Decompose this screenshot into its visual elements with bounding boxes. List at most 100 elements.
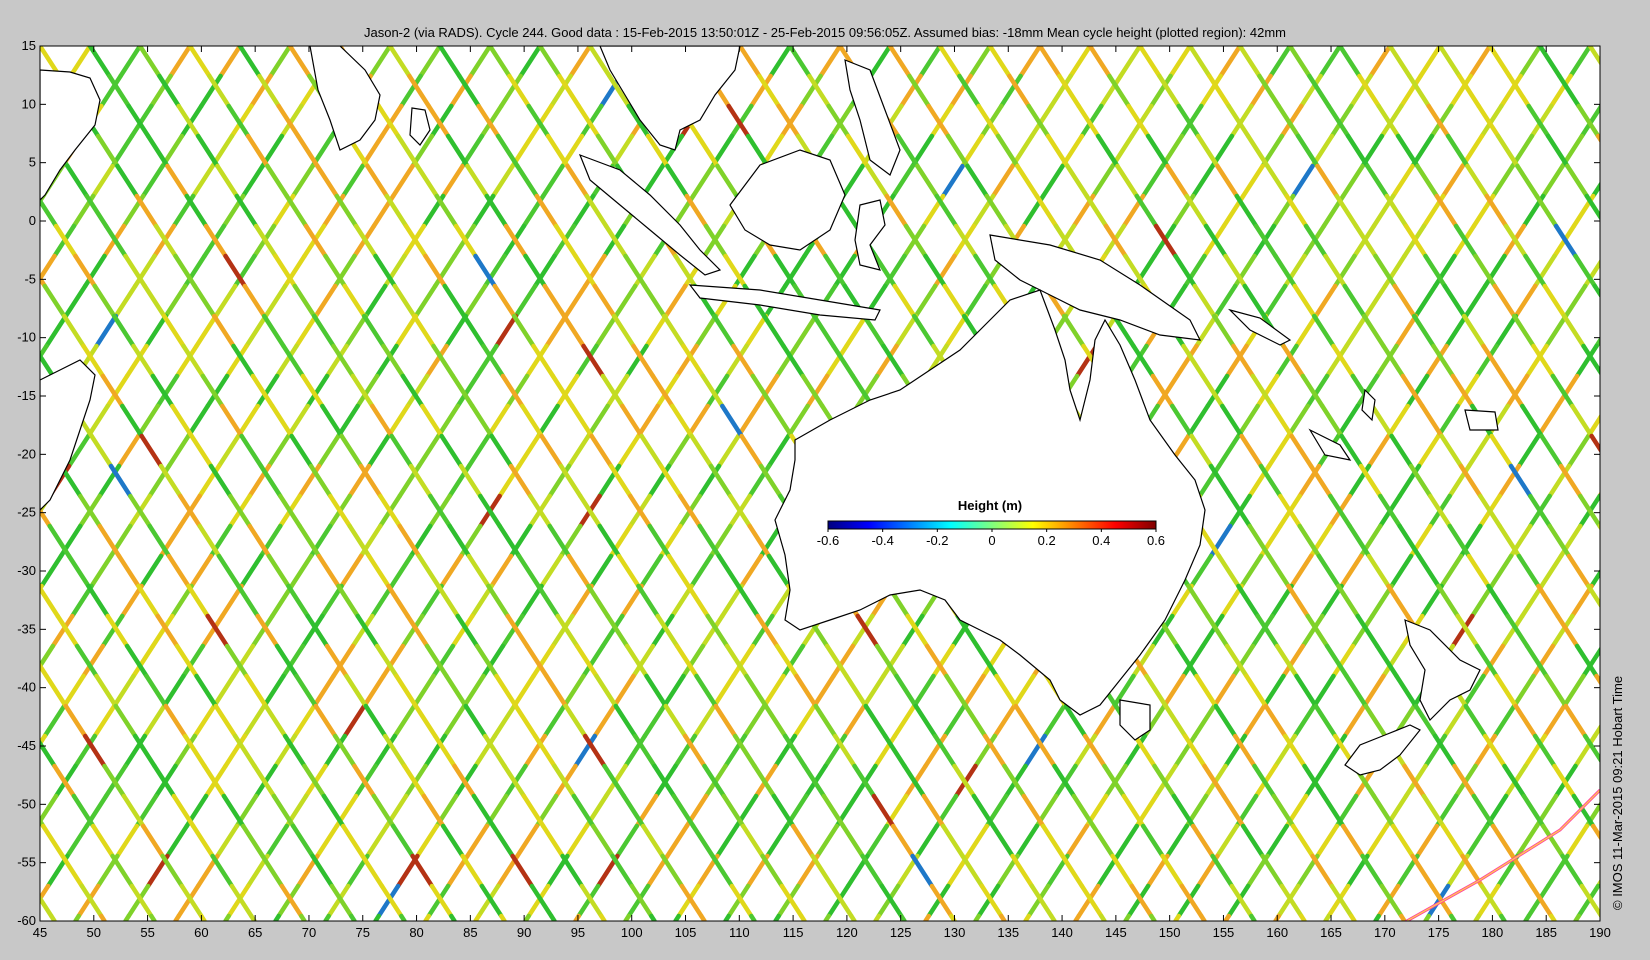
x-tick-label: 130: [944, 925, 966, 940]
colorbar-tick-label: 0.4: [1092, 533, 1110, 548]
track-segment: [1608, 616, 1627, 646]
track-segment: [49, 913, 57, 921]
track-segment: [799, 913, 807, 921]
track-segment: [1603, 616, 1622, 646]
track-segment: [1123, 913, 1131, 921]
copyright-timestamp: © IMOS 11-Mar-2015 09:21 Hobart Time: [1610, 675, 1625, 910]
x-tick-label: 105: [675, 925, 697, 940]
track-segment: [549, 913, 557, 921]
track-segment: [1049, 913, 1057, 921]
x-tick-label: 185: [1535, 925, 1557, 940]
track-segment: [823, 913, 831, 921]
x-tick-label: 145: [1105, 925, 1127, 940]
y-tick-label: -10: [17, 330, 36, 345]
track-segment: [1599, 914, 1600, 919]
track-segment: [1599, 103, 1600, 108]
y-tick-label: -60: [17, 913, 36, 928]
track-segment: [373, 913, 381, 921]
track-segment: [99, 913, 107, 921]
track-segment: [349, 913, 357, 921]
colorbar-tick-label: -0.6: [817, 533, 839, 548]
track-segment: [923, 913, 931, 921]
track-segment: [1597, 523, 1600, 531]
track-segment: [323, 913, 331, 921]
track-segment: [1073, 913, 1081, 921]
y-tick-label: 10: [22, 96, 36, 111]
y-tick-label: -45: [17, 738, 36, 753]
y-tick-label: -5: [24, 271, 36, 286]
track-segment: [423, 913, 431, 921]
track-segment: [17, 826, 36, 856]
track-segment: [1605, 226, 1624, 256]
track-segment: [1199, 913, 1207, 921]
track-segment: [5, 226, 24, 256]
track-segment: [273, 913, 281, 921]
y-tick-label: -55: [17, 855, 36, 870]
track-segment: [123, 913, 131, 921]
track-segment: [1299, 913, 1307, 921]
x-tick-label: 175: [1428, 925, 1450, 940]
track-segment: [1423, 913, 1431, 921]
y-tick-label: -40: [17, 680, 36, 695]
track-segment: [1611, 466, 1630, 496]
track-segment: [449, 913, 457, 921]
track-segment: [40, 583, 44, 593]
x-tick-label: 65: [248, 925, 262, 940]
track-segment: [1617, 166, 1636, 196]
track-segment: [173, 913, 181, 921]
y-tick-label: -25: [17, 505, 36, 520]
track-segment: [873, 913, 881, 921]
x-tick-label: 70: [302, 925, 316, 940]
track-segment: [973, 913, 981, 921]
track-segment: [749, 913, 757, 921]
track-segment: [17, 166, 36, 196]
x-tick-label: 55: [140, 925, 154, 940]
map-svg: 45 50 55 60 65 70 75 80 85 90 95 100 105 110 115 120 125…: [1, 38, 1638, 940]
track-segment: [16, 286, 35, 316]
x-tick-label: 135: [997, 925, 1019, 940]
x-tick-label: 85: [463, 925, 477, 940]
track-segment: [1349, 913, 1357, 921]
track-segment: [6, 226, 25, 256]
track-segment: [1323, 913, 1331, 921]
y-tick-label: -30: [17, 563, 36, 578]
track-segment: [1609, 76, 1628, 106]
track-segment: [223, 913, 231, 921]
track-segment: [623, 913, 631, 921]
track-segment: [249, 913, 257, 921]
track-segment: [1597, 491, 1600, 499]
track-segment: [1223, 913, 1231, 921]
track-segment: [499, 913, 507, 921]
track-segment: [1608, 376, 1627, 406]
track-segment: [599, 913, 607, 921]
x-tick-label: 75: [356, 925, 370, 940]
track-segment: [999, 913, 1007, 921]
track-segment: [649, 913, 657, 921]
x-tick-label: 115: [783, 925, 804, 940]
track-segment: [1619, 436, 1638, 466]
colorbar-tick-label: -0.2: [926, 533, 948, 548]
x-tick-label: 155: [1213, 925, 1235, 940]
x-tick-label: 60: [194, 925, 208, 940]
track-segment: [849, 913, 857, 921]
track-segment: [1473, 913, 1481, 921]
track-segment: [699, 913, 707, 921]
colorbar-tick-label: 0: [988, 533, 995, 548]
track-segment: [523, 913, 531, 921]
x-tick-label: 150: [1159, 925, 1181, 940]
track-segment: [11, 466, 30, 496]
track-segment: [1149, 913, 1157, 921]
track-segment: [1611, 526, 1630, 556]
x-tick-label: 140: [1051, 925, 1073, 940]
track-segment: [1613, 136, 1632, 166]
track-segment: [299, 913, 307, 921]
track-segment: [1603, 376, 1622, 406]
track-segment: [1, 76, 20, 106]
track-segment: [16, 706, 35, 736]
y-tick-label: 15: [22, 38, 36, 53]
x-tick-label: 95: [571, 925, 585, 940]
y-tick-label: -35: [17, 621, 36, 636]
track-segment: [673, 913, 681, 921]
track-segment: [1249, 913, 1257, 921]
track-segment: [1616, 286, 1635, 316]
